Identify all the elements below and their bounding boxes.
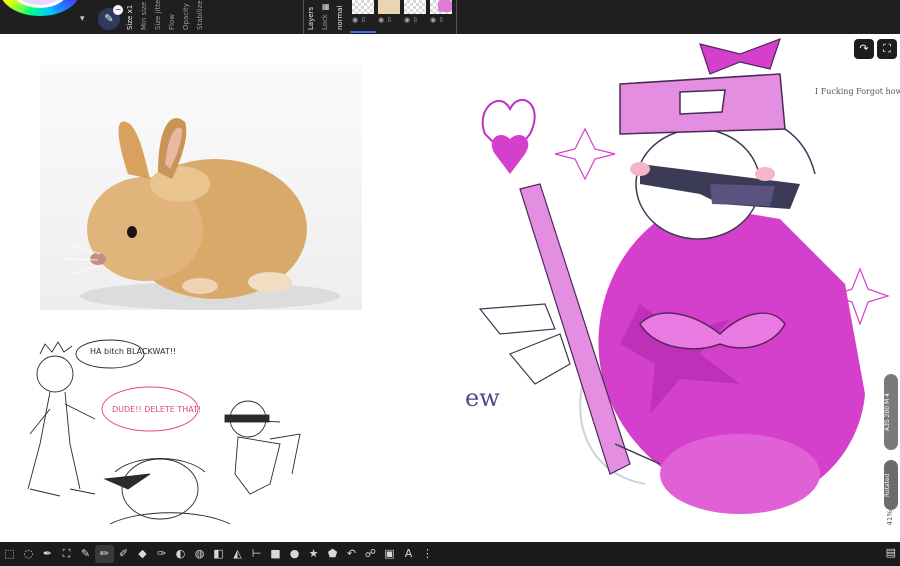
- speech-bubble-text: HA bitch BLACKWAT!!: [90, 347, 176, 356]
- shape-icon[interactable]: ⬟: [323, 545, 342, 563]
- layer-thumbnail-2[interactable]: [378, 0, 400, 14]
- knot-icon[interactable]: ☍: [361, 545, 380, 563]
- drawing-canvas[interactable]: HA bitch BLACKWAT!! DUDE!! DELETE THAT! …: [0, 34, 900, 542]
- airbrush-icon[interactable]: ✑: [152, 545, 171, 563]
- flow-label[interactable]: Flow: [168, 4, 176, 30]
- gradient-icon[interactable]: ◭: [228, 545, 247, 563]
- line-icon[interactable]: ⊢: [247, 545, 266, 563]
- layers-label[interactable]: Layers: [307, 4, 315, 30]
- chevron-down-icon[interactable]: ▾: [80, 14, 85, 24]
- top-toolbar: ▾ ✎ − Size x1 Min size Size jitter Flow O…: [0, 0, 900, 34]
- size-jitter-label[interactable]: Size jitter: [154, 0, 162, 30]
- settings-icon[interactable]: ▤: [886, 546, 896, 559]
- tools-toolbar: ⬚ ◌ ✒ ⛶ ✎ ✏ ✐ ◆ ✑ ◐ ◍ ◧ ◭ ⊢ ■ ● ★ ⬟ ↶ ☍ ▣ A ⋮: [0, 542, 900, 566]
- layer-thumbnail-3[interactable]: [404, 0, 426, 14]
- ellipse-icon[interactable]: ●: [285, 545, 304, 563]
- divider: [303, 0, 304, 34]
- character-drawing: ew I Fucking Forgot how to Draw him: [465, 37, 900, 514]
- blur-icon[interactable]: ◍: [190, 545, 209, 563]
- redo-button[interactable]: ↷: [854, 39, 874, 59]
- undo-shape-icon[interactable]: ↶: [342, 545, 361, 563]
- brush-icon[interactable]: ✏: [95, 545, 114, 563]
- layer-visibility-icon[interactable]: ◉ ⇩: [404, 16, 426, 28]
- layer-icon[interactable]: ▣: [380, 545, 399, 563]
- pen-curve-icon[interactable]: ✒: [38, 545, 57, 563]
- color-wheel[interactable]: [0, 0, 80, 16]
- pencil-icon[interactable]: ✐: [114, 545, 133, 563]
- ew-annotation: ew: [465, 384, 500, 412]
- size-label[interactable]: Size x1: [126, 4, 134, 30]
- min-size-label[interactable]: Min size: [140, 2, 148, 30]
- layer-thumbnail-1[interactable]: [352, 0, 374, 14]
- eyedropper-icon[interactable]: ✎: [76, 545, 95, 563]
- star-icon[interactable]: ★: [304, 545, 323, 563]
- layer-visibility-icon[interactable]: ◉ ⇩: [378, 16, 400, 28]
- layer-thumbnail-4[interactable]: [430, 0, 452, 14]
- smudge-icon[interactable]: ◐: [171, 545, 190, 563]
- active-layer-indicator: [350, 31, 376, 33]
- doodle-sketches: HA bitch BLACKWAT!! DUDE!! DELETE THAT!: [27, 339, 301, 525]
- rotated-reset-pill[interactable]: Rotated: [884, 460, 898, 510]
- zoom-percent: 41%: [886, 510, 894, 526]
- fill-icon[interactable]: ◆: [133, 545, 152, 563]
- current-color-swatch[interactable]: [10, 0, 70, 8]
- blend-mode-label[interactable]: normal: [336, 4, 344, 30]
- eraser-icon[interactable]: ◧: [209, 545, 228, 563]
- select-ellipse-icon[interactable]: ⬚: [0, 545, 19, 563]
- divider: [456, 0, 457, 34]
- layer-visibility-icon[interactable]: ◉ ⇩: [352, 16, 374, 28]
- opacity-label[interactable]: Opacity: [182, 3, 190, 30]
- lasso-icon[interactable]: ◌: [19, 545, 38, 563]
- zoom-info-pill[interactable]: A35 200 M 4: [884, 374, 898, 450]
- brush-preset-button[interactable]: ✎ −: [98, 5, 123, 30]
- speech-bubble-text: DUDE!! DELETE THAT!: [112, 405, 201, 414]
- checker-icon[interactable]: ▦: [322, 2, 330, 11]
- layer-visibility-icon[interactable]: ◉ ⇩: [430, 16, 452, 28]
- rectangle-icon[interactable]: ■: [266, 545, 285, 563]
- reference-photo-rabbit: [40, 64, 362, 310]
- artist-note: I Fucking Forgot how to Draw him: [815, 87, 900, 96]
- more-icon[interactable]: ⋮: [418, 545, 437, 563]
- minus-icon[interactable]: −: [113, 5, 123, 15]
- fullscreen-button[interactable]: ⛶: [877, 39, 897, 59]
- stabilizer-label[interactable]: Stabilizer: [196, 0, 204, 30]
- text-icon[interactable]: A: [399, 545, 418, 563]
- transform-icon[interactable]: ⛶: [57, 545, 76, 563]
